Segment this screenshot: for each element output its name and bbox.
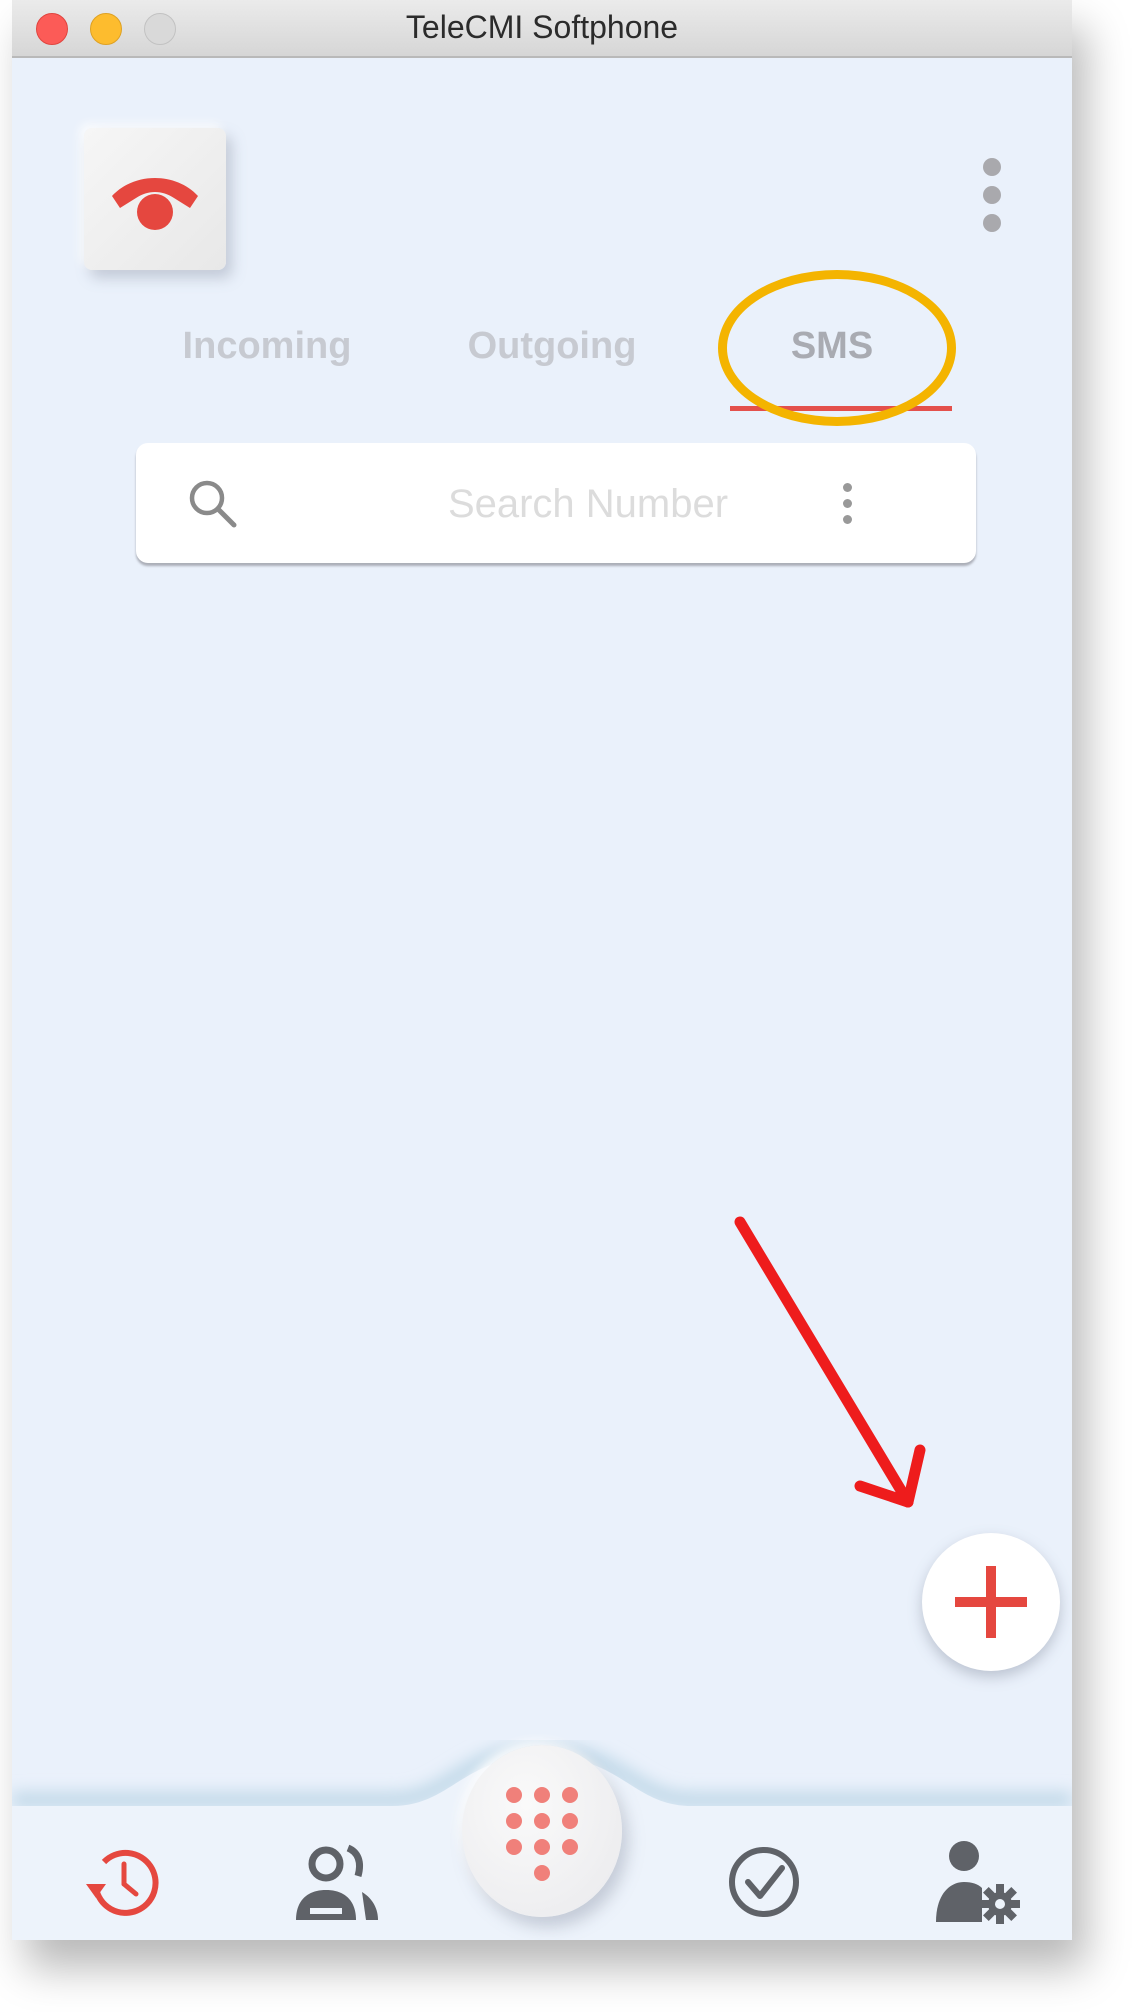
search-number-input[interactable] bbox=[336, 473, 840, 535]
main-menu-button[interactable] bbox=[972, 150, 1012, 234]
tab-outgoing[interactable]: Outgoing bbox=[452, 320, 652, 392]
nav-tasks[interactable] bbox=[724, 1842, 804, 1927]
check-circle-icon bbox=[729, 1847, 799, 1917]
nav-history[interactable] bbox=[82, 1840, 166, 1929]
dialpad-icon bbox=[506, 1787, 578, 1881]
history-icon bbox=[86, 1849, 159, 1916]
tab-sms[interactable]: SMS bbox=[722, 320, 942, 392]
hangup-phone-icon bbox=[112, 178, 198, 230]
search-icon bbox=[189, 480, 237, 528]
dialpad-button[interactable] bbox=[462, 1745, 622, 1917]
nav-contacts[interactable] bbox=[292, 1844, 382, 1927]
tab-incoming[interactable]: Incoming bbox=[162, 320, 372, 392]
contacts-icon bbox=[296, 1844, 378, 1920]
window-title: TeleCMI Softphone bbox=[405, 9, 679, 45]
new-sms-button[interactable] bbox=[922, 1533, 1060, 1671]
title-bar: TeleCMI Softphone bbox=[12, 0, 1072, 58]
active-tab-indicator bbox=[730, 406, 952, 411]
annotation-arrow bbox=[734, 1216, 926, 1508]
message-tabs: Incoming Outgoing SMS bbox=[162, 320, 962, 400]
plus-icon bbox=[955, 1566, 1027, 1638]
app-logo bbox=[84, 128, 226, 270]
search-options-button[interactable] bbox=[836, 483, 860, 527]
nav-account-settings[interactable] bbox=[930, 1838, 1026, 1933]
search-bar bbox=[136, 443, 976, 563]
user-settings-icon bbox=[936, 1841, 1020, 1924]
app-window: TeleCMI Softphone Incoming Outgoing SMS bbox=[12, 0, 1072, 1940]
